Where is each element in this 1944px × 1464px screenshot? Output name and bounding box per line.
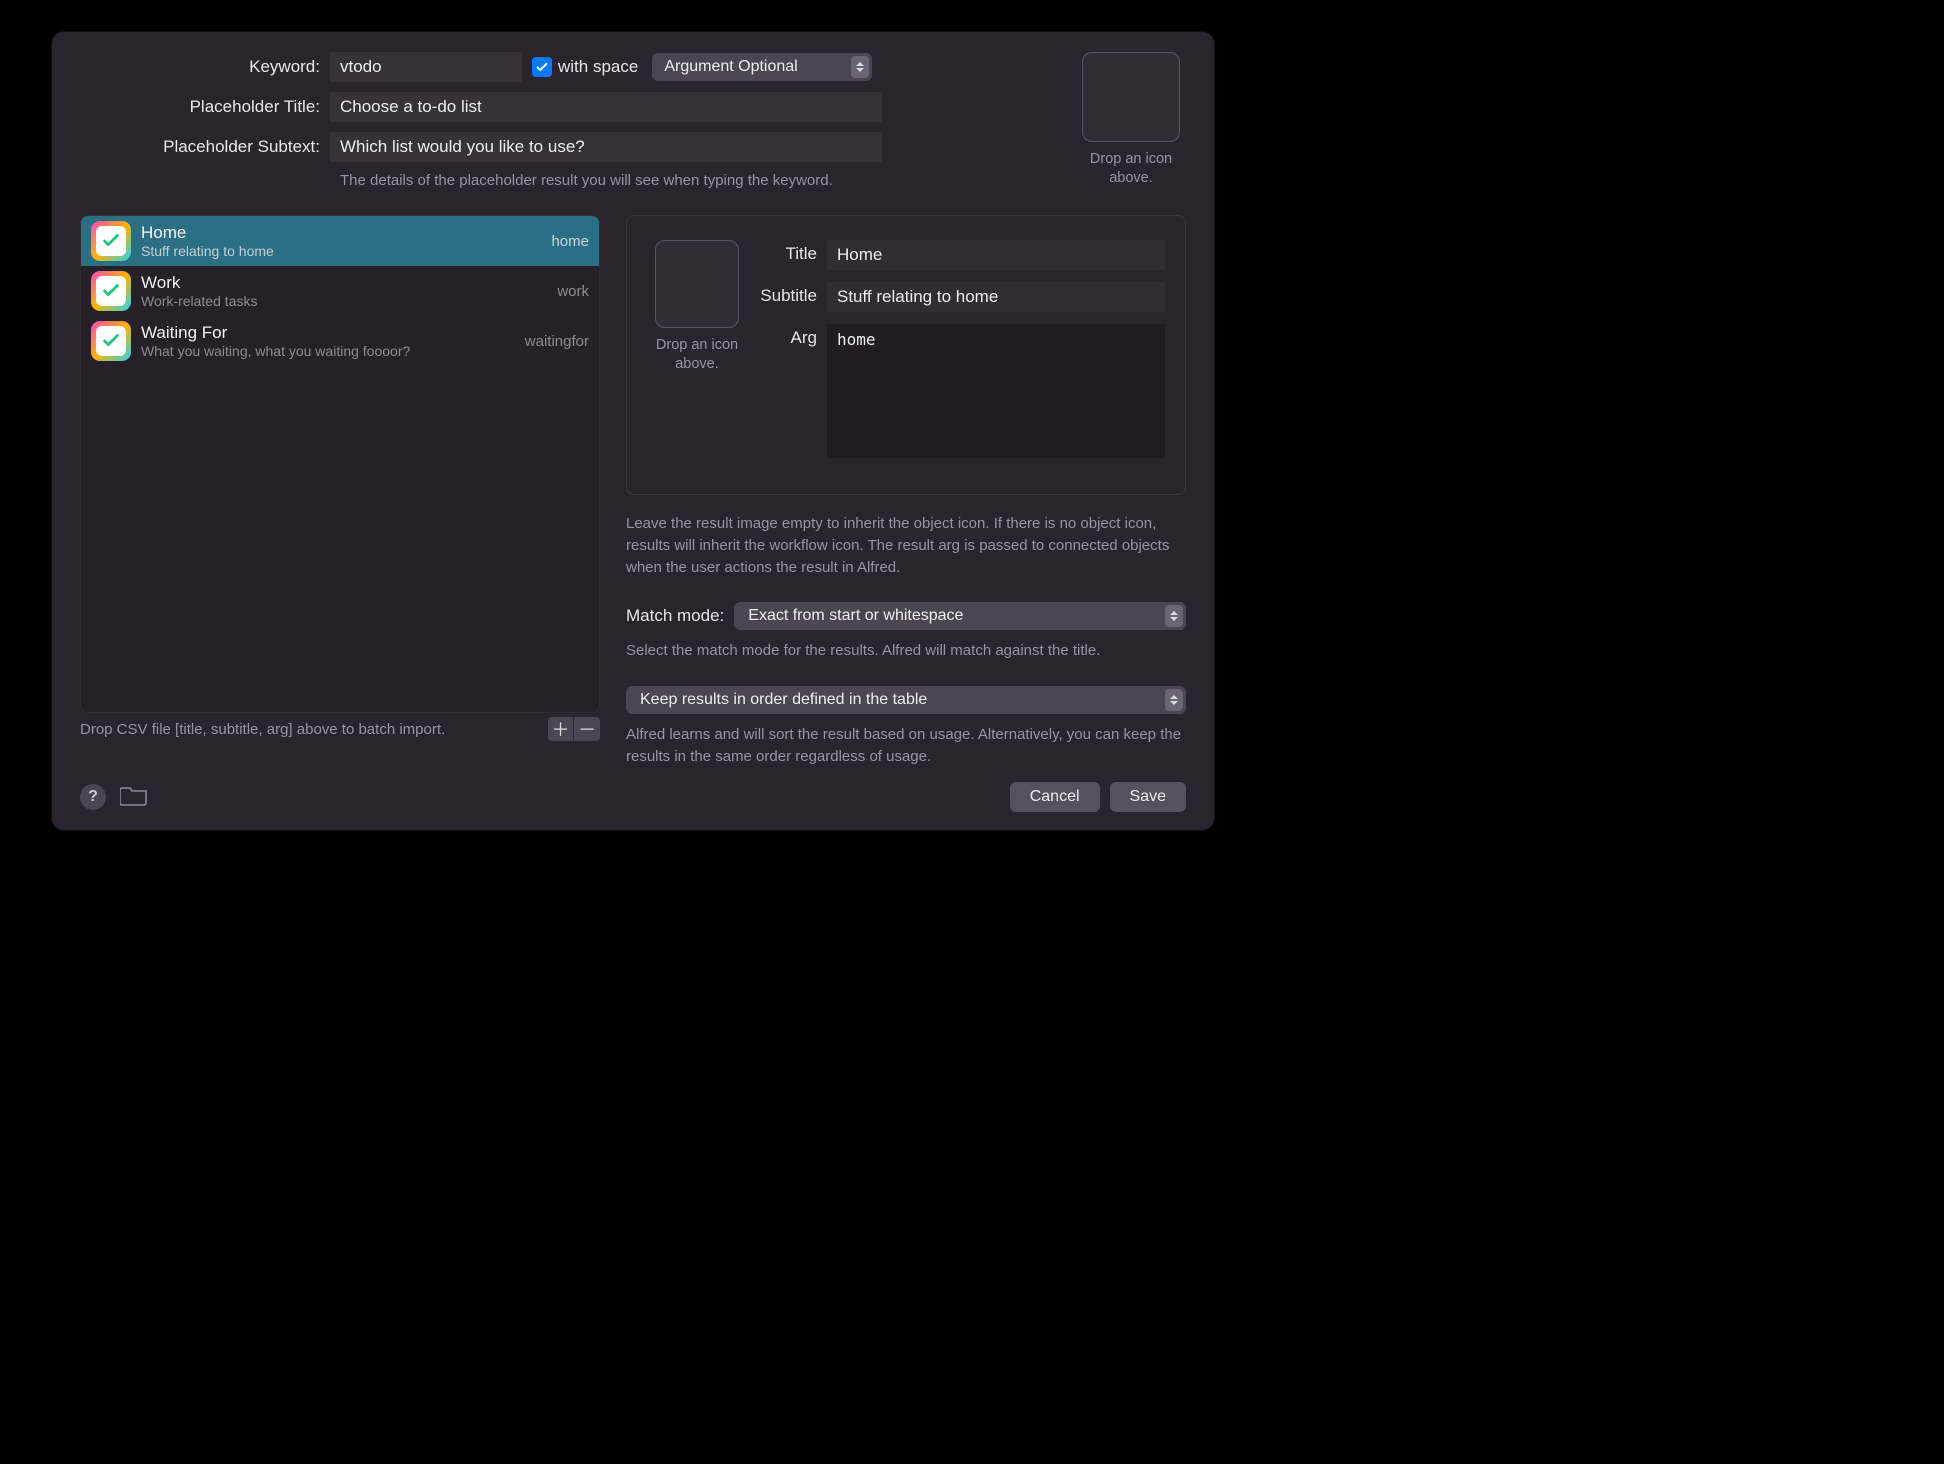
result-image-note: Leave the result image empty to inherit … [626, 513, 1186, 578]
placeholder-subtext-input[interactable] [330, 132, 882, 162]
remove-row-button[interactable]: － [574, 717, 600, 741]
list-item-arg: home [551, 233, 589, 250]
results-list[interactable]: HomeStuff relating to home home WorkWork-r… [80, 215, 600, 713]
detail-title-input[interactable] [827, 240, 1165, 270]
keyword-input[interactable] [330, 52, 522, 82]
object-icon-column: Drop an icon above. [1076, 52, 1186, 189]
middle-split: HomeStuff relating to home home WorkWork-r… [80, 215, 1186, 768]
list-column: HomeStuff relating to home home WorkWork-r… [80, 215, 600, 768]
list-item[interactable]: Waiting ForWhat you waiting, what you wa… [81, 316, 599, 366]
placeholder-subtext-label: Placeholder Subtext: [80, 137, 330, 157]
placeholder-help-text: The details of the placeholder result yo… [340, 172, 910, 189]
form-top: Keyword: with space Argument Optional Pl… [80, 52, 1186, 189]
list-item-title: Work [141, 273, 549, 293]
keyword-label: Keyword: [80, 57, 330, 77]
placeholder-title-input[interactable] [330, 92, 882, 122]
detail-title-label: Title [757, 240, 827, 264]
checklist-app-icon [91, 221, 131, 261]
checklist-app-icon [91, 321, 131, 361]
list-item-arg: work [557, 283, 589, 300]
list-item-subtitle: Stuff relating to home [141, 243, 543, 259]
add-row-button[interactable]: ＋ [548, 717, 574, 741]
list-item-title: Waiting For [141, 323, 517, 343]
detail-subtitle-label: Subtitle [757, 282, 827, 306]
detail-arg-label: Arg [757, 324, 827, 348]
argument-mode-select[interactable]: Argument Optional [652, 53, 872, 81]
result-icon-dropwell[interactable] [655, 240, 739, 328]
save-button[interactable]: Save [1110, 782, 1186, 812]
form-left: Keyword: with space Argument Optional Pl… [80, 52, 910, 189]
result-order-help: Alfred learns and will sort the result b… [626, 724, 1186, 768]
detail-subtitle-input[interactable] [827, 282, 1165, 312]
dialog-window: Keyword: with space Argument Optional Pl… [52, 32, 1214, 830]
detail-panel: Drop an icon above. Title Subtitle Arg [626, 215, 1186, 495]
list-item-arg: waitingfor [525, 333, 589, 350]
help-button[interactable]: ? [80, 784, 106, 810]
list-item-subtitle: Work-related tasks [141, 293, 549, 309]
result-icon-drop-text: Drop an icon above. [655, 336, 739, 374]
list-item-text: Waiting ForWhat you waiting, what you wa… [141, 323, 517, 359]
object-icon-drop-text: Drop an icon above. [1076, 150, 1186, 188]
list-item-text: HomeStuff relating to home [141, 223, 543, 259]
stepper-icon [1165, 605, 1183, 627]
csv-hint: Drop CSV file [title, subtitle, arg] abo… [80, 721, 445, 738]
match-mode-value: Exact from start or whitespace [748, 607, 963, 625]
result-order-value: Keep results in order defined in the tab… [640, 691, 927, 709]
stepper-icon [1165, 689, 1183, 711]
bottom-bar: ? Cancel Save [80, 782, 1186, 812]
with-space-checkbox[interactable] [532, 57, 552, 77]
list-item-subtitle: What you waiting, what you waiting foooo… [141, 343, 517, 359]
placeholder-title-label: Placeholder Title: [80, 97, 330, 117]
stepper-icon [851, 56, 869, 78]
list-item-title: Home [141, 223, 543, 243]
match-mode-label: Match mode: [626, 606, 724, 626]
detail-column: Drop an icon above. Title Subtitle Arg [626, 215, 1186, 768]
argument-mode-value: Argument Optional [664, 58, 797, 76]
list-item[interactable]: HomeStuff relating to home home [81, 216, 599, 266]
detail-arg-input[interactable] [827, 324, 1165, 458]
object-icon-dropwell[interactable] [1082, 52, 1180, 142]
list-item-text: WorkWork-related tasks [141, 273, 549, 309]
match-mode-select[interactable]: Exact from start or whitespace [734, 602, 1186, 630]
cancel-button[interactable]: Cancel [1010, 782, 1100, 812]
result-order-select[interactable]: Keep results in order defined in the tab… [626, 686, 1186, 714]
match-mode-help: Select the match mode for the results. A… [626, 640, 1186, 662]
checklist-app-icon [91, 271, 131, 311]
with-space-label: with space [558, 57, 638, 77]
list-item[interactable]: WorkWork-related tasks work [81, 266, 599, 316]
reveal-folder-button[interactable] [120, 784, 148, 811]
